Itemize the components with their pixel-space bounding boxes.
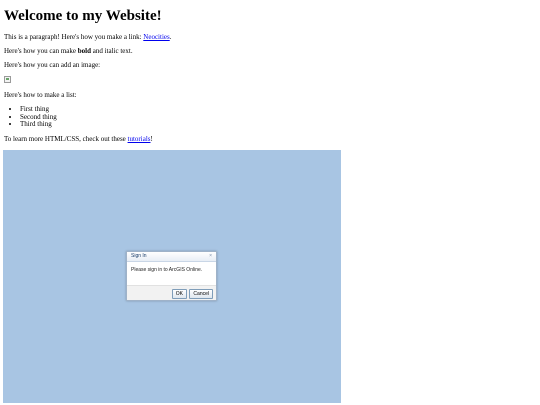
- neocities-link[interactable]: Neocities: [143, 33, 169, 41]
- paragraph-text: Here's how you can make: [4, 47, 78, 55]
- paragraph-text-end: and italic text.: [91, 47, 133, 55]
- ok-button[interactable]: OK: [171, 289, 187, 299]
- paragraph-text: This is a paragraph! Here's how you make…: [4, 33, 144, 41]
- bold-text: bold: [77, 47, 91, 55]
- paragraph-formatting: Here's how you can make bold and italic …: [4, 47, 133, 56]
- paragraph-link: This is a paragraph! Here's how you make…: [4, 33, 171, 42]
- page-title: Welcome to my Website!: [4, 8, 162, 24]
- close-icon[interactable]: ×: [209, 252, 212, 260]
- dialog-title: Sign In: [131, 253, 147, 259]
- map-container[interactable]: Sign In × Please sign in to ArcGIS Onlin…: [3, 150, 341, 403]
- sign-in-dialog: Sign In × Please sign in to ArcGIS Onlin…: [126, 251, 217, 301]
- paragraph-end: .: [169, 33, 172, 41]
- paragraph-image: Here's how you can add an image:: [4, 61, 101, 69]
- paragraph-list: Here's how to make a list:: [4, 91, 77, 99]
- dialog-title-bar: Sign In ×: [127, 252, 216, 262]
- list-item: Third thing: [20, 120, 57, 129]
- paragraph-text: To learn more HTML/CSS, check out these: [4, 135, 128, 143]
- cancel-button[interactable]: Cancel: [189, 289, 213, 299]
- bullet-list: First thing Second thing Third thing: [4, 105, 57, 129]
- dialog-footer: OK Cancel: [127, 285, 216, 300]
- dialog-message: Please sign in to ArcGIS Online.: [131, 267, 203, 273]
- paragraph-end: !: [150, 135, 153, 143]
- tutorials-link[interactable]: tutorials: [128, 135, 151, 143]
- broken-image-icon: [4, 76, 11, 83]
- paragraph-tutorials: To learn more HTML/CSS, check out these …: [4, 135, 153, 144]
